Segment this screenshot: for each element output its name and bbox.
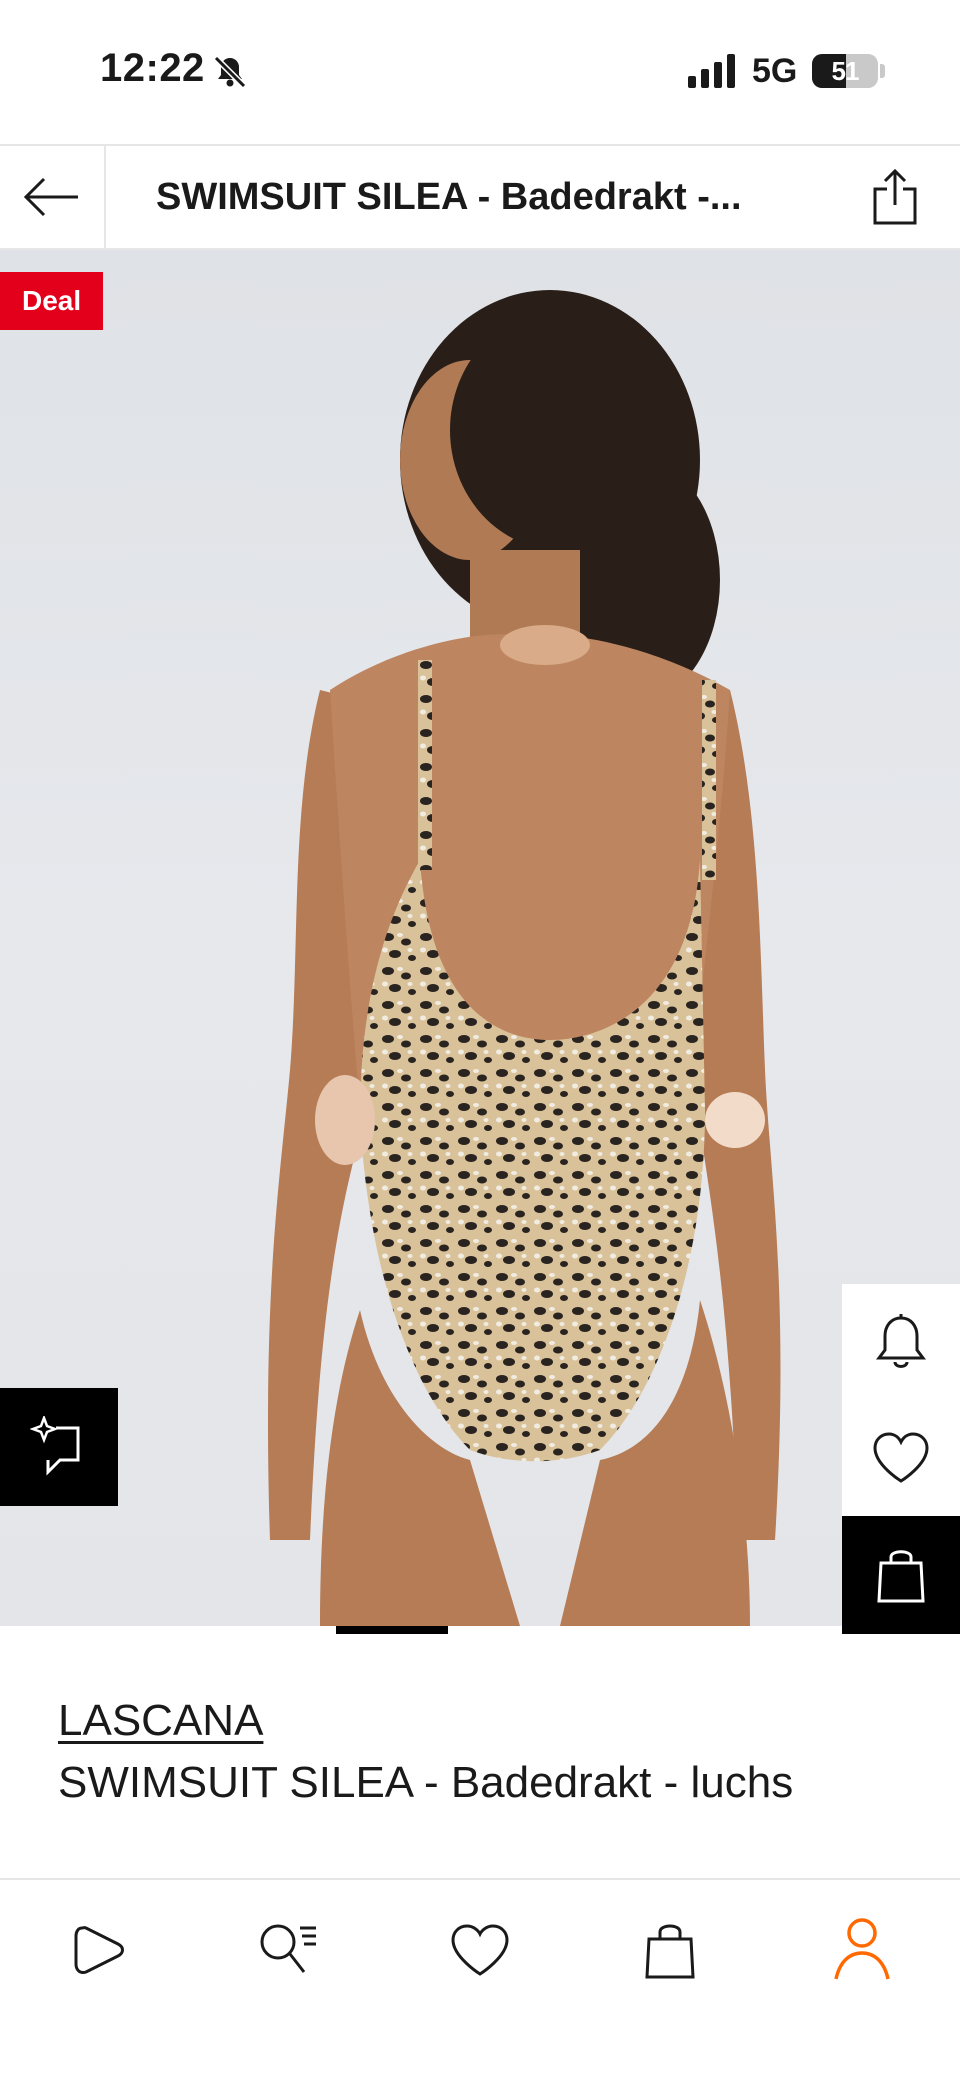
nav-wishlist[interactable]	[440, 1910, 520, 1990]
user-icon	[834, 1918, 890, 1980]
bell-icon	[876, 1314, 926, 1368]
wishlist-button[interactable]	[842, 1400, 960, 1516]
search-list-icon	[260, 1924, 316, 1973]
back-button[interactable]	[0, 146, 106, 248]
nav-home[interactable]	[58, 1910, 138, 1990]
status-bar: 12:22 5G 51	[0, 0, 960, 144]
deal-badge: Deal	[0, 272, 104, 330]
nav-bag[interactable]	[630, 1910, 710, 1990]
product-actions	[842, 1284, 960, 1634]
battery-icon: 51	[812, 54, 878, 88]
shopping-bag-icon	[645, 1924, 695, 1979]
battery-nub	[880, 64, 885, 78]
model-photo	[268, 290, 781, 1626]
cellular-signal-icon	[688, 54, 735, 88]
play-icon	[74, 1926, 124, 1974]
carousel-indicator[interactable]	[336, 1626, 448, 1634]
share-icon	[873, 168, 917, 225]
bottom-navigation	[0, 1878, 960, 2081]
shopping-bag-icon	[877, 1550, 925, 1603]
visual-search-icon	[30, 1416, 80, 1476]
share-button[interactable]	[864, 166, 926, 228]
nav-search[interactable]	[248, 1910, 328, 1990]
product-image[interactable]	[0, 250, 960, 1626]
add-to-bag-button[interactable]	[842, 1516, 960, 1634]
heart-icon	[873, 1432, 929, 1483]
notify-bell-button[interactable]	[842, 1284, 960, 1400]
battery-level: 51	[831, 56, 860, 86]
header-title: SWIMSUIT SILEA - Badedrakt -...	[156, 176, 742, 218]
nav-account[interactable]	[822, 1910, 902, 1990]
product-name: SWIMSUIT SILEA - Badedrakt - luchs	[58, 1758, 794, 1807]
brand-link[interactable]: LASCANA	[58, 1696, 263, 1746]
heart-icon	[451, 1924, 509, 1976]
arrow-left-icon	[23, 177, 78, 217]
network-type: 5G	[752, 52, 798, 90]
visual-search-button[interactable]	[0, 1388, 118, 1506]
product-header: SWIMSUIT SILEA - Badedrakt -...	[0, 144, 960, 250]
bell-slash-icon	[213, 55, 247, 89]
status-time: 12:22	[100, 46, 205, 90]
